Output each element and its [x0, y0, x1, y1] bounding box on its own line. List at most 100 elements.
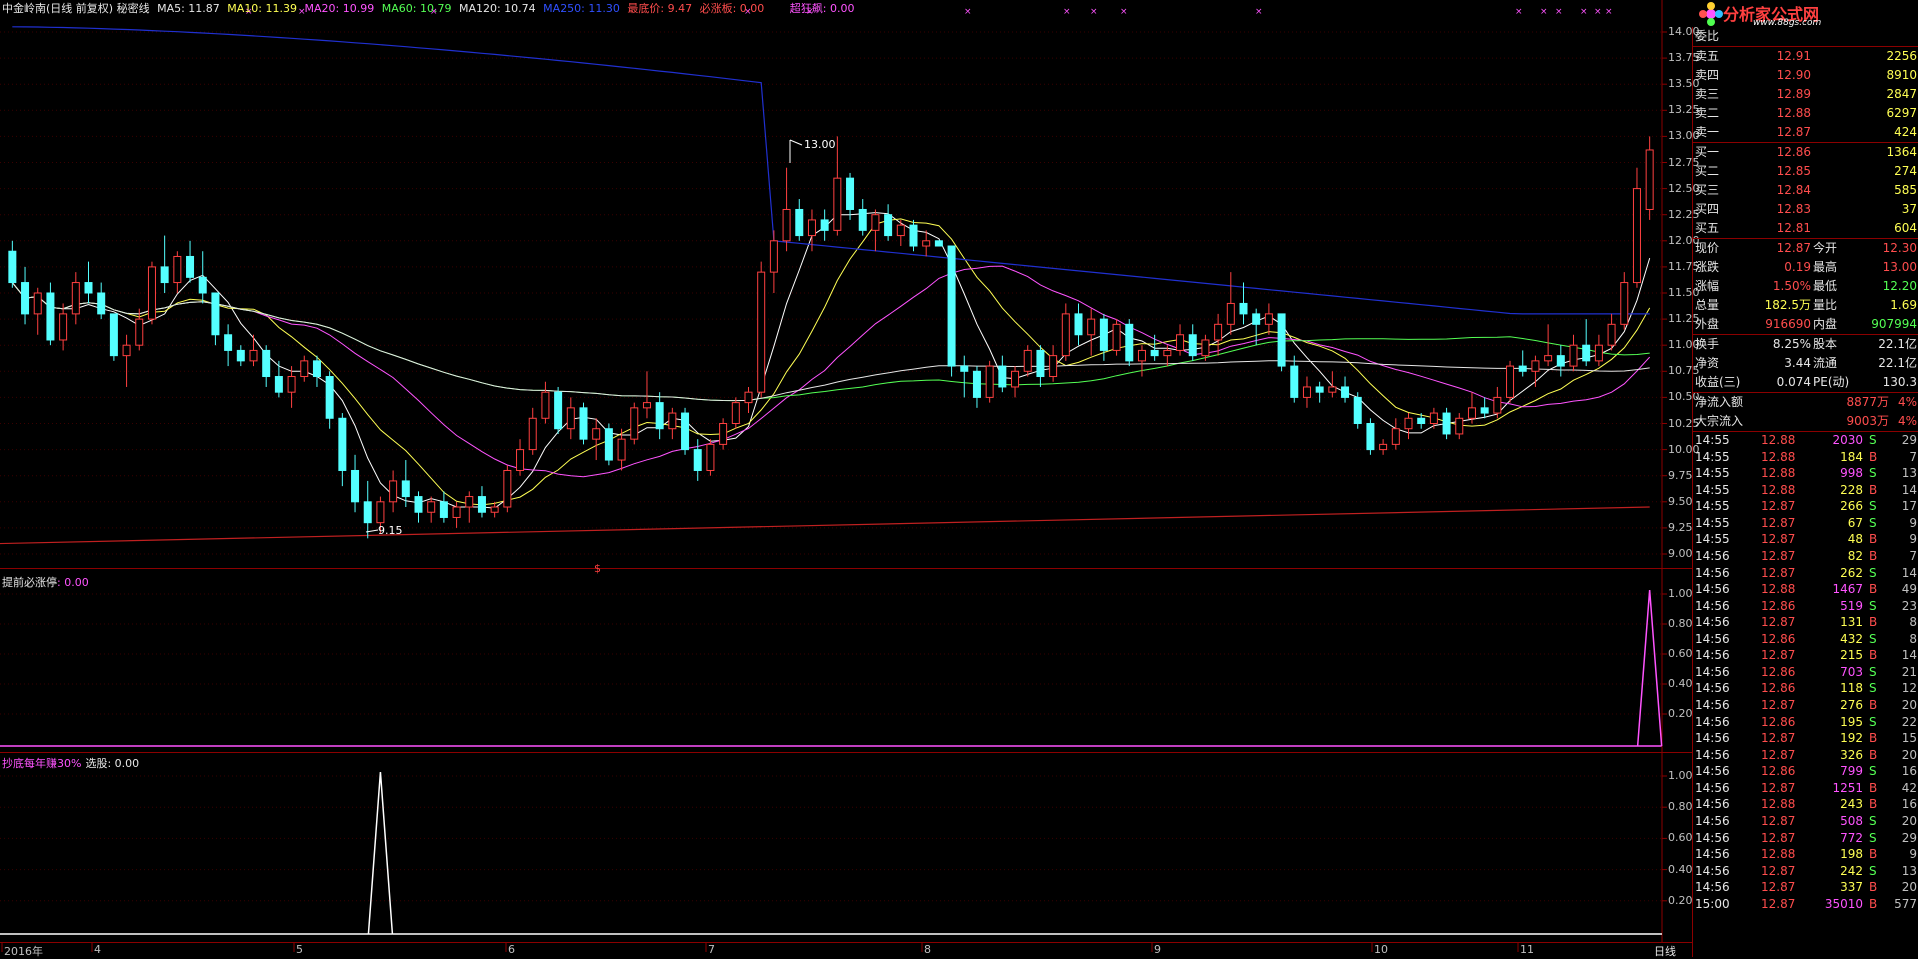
- candle[interactable]: [744, 386, 753, 414]
- candle[interactable]: [719, 418, 728, 450]
- candle[interactable]: [592, 418, 601, 461]
- candle[interactable]: [604, 423, 613, 466]
- candle[interactable]: [1607, 313, 1616, 351]
- candle[interactable]: [300, 355, 309, 382]
- candle[interactable]: [1569, 334, 1578, 372]
- candle[interactable]: [325, 371, 334, 429]
- candle[interactable]: [21, 266, 30, 325]
- candle[interactable]: [985, 360, 994, 403]
- candle[interactable]: [642, 371, 651, 419]
- candle[interactable]: [389, 470, 398, 513]
- candle[interactable]: [1480, 397, 1489, 419]
- candle[interactable]: [122, 334, 131, 387]
- candle[interactable]: [1582, 319, 1591, 367]
- candle[interactable]: [1632, 167, 1641, 288]
- candle[interactable]: [59, 303, 68, 351]
- candle[interactable]: [871, 209, 880, 252]
- candle[interactable]: [541, 381, 550, 424]
- candle[interactable]: [1493, 386, 1502, 419]
- candle[interactable]: [1620, 272, 1629, 330]
- candle[interactable]: [1290, 355, 1299, 403]
- candle[interactable]: [1011, 366, 1020, 398]
- candle[interactable]: [820, 209, 829, 241]
- candle[interactable]: [338, 413, 347, 487]
- candle[interactable]: [477, 486, 486, 518]
- candle[interactable]: [706, 439, 715, 476]
- candle[interactable]: [503, 465, 512, 513]
- candle[interactable]: [8, 240, 17, 288]
- candle[interactable]: [846, 172, 855, 220]
- candle[interactable]: [1023, 345, 1032, 377]
- candle[interactable]: [1379, 439, 1388, 455]
- candle[interactable]: [960, 355, 969, 398]
- candle[interactable]: [1442, 407, 1451, 440]
- candle[interactable]: [1341, 376, 1350, 403]
- candle[interactable]: [414, 491, 423, 523]
- candle[interactable]: [795, 199, 804, 241]
- candle[interactable]: [351, 454, 360, 513]
- candle[interactable]: [1264, 303, 1273, 335]
- candle[interactable]: [909, 219, 918, 252]
- candle[interactable]: [427, 496, 436, 523]
- candle[interactable]: [46, 282, 55, 346]
- candle[interactable]: [1315, 381, 1324, 403]
- candle[interactable]: [1188, 324, 1197, 361]
- candle[interactable]: [1353, 392, 1362, 429]
- candle[interactable]: [1239, 282, 1248, 325]
- candle[interactable]: [135, 308, 144, 351]
- candle[interactable]: [224, 324, 233, 367]
- candle[interactable]: [249, 334, 258, 367]
- candle[interactable]: [1544, 324, 1553, 367]
- candle[interactable]: [1328, 371, 1337, 398]
- candle[interactable]: [1506, 360, 1515, 403]
- candle[interactable]: [1049, 345, 1058, 382]
- candle[interactable]: [579, 402, 588, 445]
- candle[interactable]: [1404, 413, 1413, 440]
- candle[interactable]: [287, 366, 296, 408]
- candle[interactable]: [655, 392, 664, 440]
- candle[interactable]: [160, 235, 169, 293]
- candle[interactable]: [274, 360, 283, 398]
- candle[interactable]: [439, 491, 448, 523]
- candle[interactable]: [1531, 355, 1540, 387]
- candle[interactable]: [566, 397, 575, 440]
- kline-chart-area[interactable]: × × × × × × × × × × × × × × × × 13.00 9.15 $: [0, 0, 1918, 957]
- candle[interactable]: [1137, 345, 1146, 377]
- candle[interactable]: [782, 167, 791, 252]
- candle[interactable]: [198, 251, 207, 304]
- candle[interactable]: [363, 480, 372, 539]
- candle[interactable]: [1277, 313, 1286, 372]
- candle[interactable]: [262, 345, 271, 387]
- candle[interactable]: [1125, 319, 1134, 367]
- candle[interactable]: [1556, 345, 1565, 377]
- candle[interactable]: [972, 366, 981, 408]
- candle[interactable]: [833, 136, 842, 236]
- candle[interactable]: [33, 287, 42, 335]
- candle[interactable]: [1074, 303, 1083, 346]
- candle[interactable]: [1594, 334, 1603, 367]
- candle[interactable]: [896, 219, 905, 247]
- candle[interactable]: [528, 407, 537, 455]
- candle[interactable]: [1645, 136, 1654, 220]
- candle[interactable]: [312, 355, 321, 387]
- candle[interactable]: [1366, 418, 1375, 455]
- candle[interactable]: [934, 240, 943, 247]
- candle[interactable]: [769, 230, 778, 293]
- candle[interactable]: [947, 245, 956, 377]
- candle[interactable]: [1391, 418, 1400, 450]
- candle[interactable]: [465, 491, 474, 523]
- candle[interactable]: [71, 272, 80, 325]
- candle[interactable]: [1455, 413, 1464, 440]
- candlestick-series[interactable]: [8, 136, 1654, 539]
- candle[interactable]: [1061, 303, 1070, 361]
- candle[interactable]: [1226, 272, 1235, 335]
- candle[interactable]: [681, 407, 690, 455]
- candle[interactable]: [1112, 319, 1121, 356]
- candle[interactable]: [1214, 313, 1223, 356]
- candle[interactable]: [668, 407, 677, 440]
- candle[interactable]: [630, 402, 639, 445]
- candle[interactable]: [109, 313, 118, 361]
- candle[interactable]: [211, 292, 220, 346]
- candle[interactable]: [757, 261, 766, 398]
- candle[interactable]: [1036, 345, 1045, 387]
